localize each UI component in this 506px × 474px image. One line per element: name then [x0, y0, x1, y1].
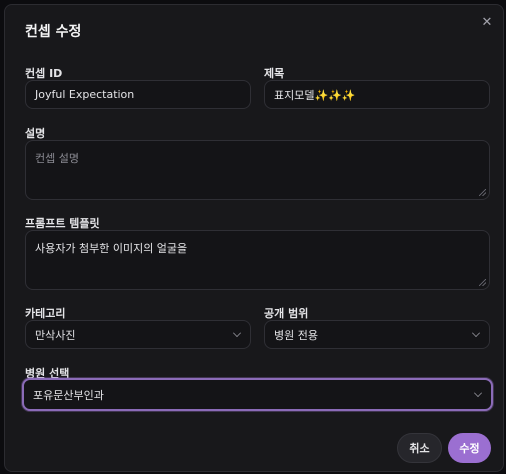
description-label: 설명 — [25, 127, 46, 140]
category-label: 카테고리 — [25, 307, 66, 320]
visibility-value: 병원 전용 — [274, 328, 318, 342]
concept-id-input[interactable]: Joyful Expectation — [25, 80, 251, 109]
title-value: 표지모델✨✨✨ — [274, 88, 356, 102]
hospital-value: 포유문산부인과 — [33, 388, 104, 402]
close-icon[interactable]: ✕ — [479, 15, 495, 31]
resize-grip-icon[interactable] — [479, 189, 486, 196]
hospital-select[interactable]: 포유문산부인과 — [22, 378, 493, 411]
prompt-template-label: 프롬프트 템플릿 — [25, 217, 100, 230]
chevron-down-icon — [233, 328, 241, 337]
concept-id-label: 컨셉 ID — [25, 67, 63, 80]
chevron-down-icon — [472, 328, 480, 337]
title-label: 제목 — [264, 67, 285, 80]
dialog-title: 컨셉 수정 — [25, 24, 82, 40]
title-input[interactable]: 표지모델✨✨✨ — [264, 80, 490, 109]
concept-id-value: Joyful Expectation — [35, 88, 135, 101]
category-select[interactable]: 만삭사진 — [25, 320, 251, 349]
cancel-button[interactable]: 취소 — [397, 433, 442, 463]
chevron-down-icon — [474, 388, 482, 397]
resize-grip-icon[interactable] — [479, 279, 486, 286]
visibility-label: 공개 범위 — [264, 307, 309, 320]
description-textarea[interactable]: 컨셉 설명 — [25, 140, 490, 200]
submit-button[interactable]: 수정 — [448, 433, 491, 463]
category-value: 만삭사진 — [35, 328, 76, 342]
description-placeholder: 컨셉 설명 — [35, 152, 79, 165]
visibility-select[interactable]: 병원 전용 — [264, 320, 490, 349]
edit-concept-dialog: 컨셉 수정 ✕ 컨셉 ID Joyful Expectation 제목 표지모델… — [4, 4, 504, 472]
prompt-template-value: 사용자가 첨부한 이미지의 얼굴을 — [35, 242, 188, 255]
prompt-template-textarea[interactable]: 사용자가 첨부한 이미지의 얼굴을 — [25, 230, 490, 290]
